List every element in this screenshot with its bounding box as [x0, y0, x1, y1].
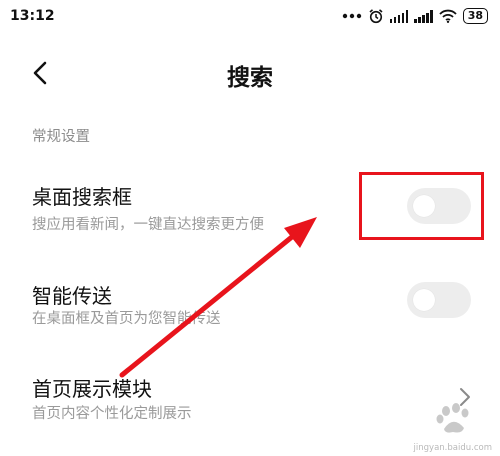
status-icons: 38 [342, 7, 488, 25]
baidu-watermark: jingyan.baidu.com [414, 403, 492, 453]
desktop-search-box-title: 桌面搜索框 [32, 185, 132, 209]
wifi-icon [439, 9, 457, 23]
annotation-highlight-box [359, 172, 484, 240]
battery-icon: 38 [462, 8, 488, 24]
homepage-modules-subtitle: 首页内容个性化定制展示 [32, 406, 192, 422]
paw-logo-icon [436, 403, 469, 433]
smart-delivery-subtitle: 在桌面框及首页为您智能传送 [32, 311, 221, 327]
signal-icon [414, 9, 433, 23]
more-dots-icon [342, 13, 361, 19]
alarm-icon [369, 9, 383, 24]
page-title: 搜索 [227, 65, 273, 91]
watermark-text: jingyan.baidu.com [413, 443, 492, 453]
desktop-search-box-subtitle: 搜应用看新闻，一键直达搜索更方便 [32, 217, 264, 233]
toggle-knob [413, 289, 435, 311]
smart-delivery-title: 智能传送 [32, 284, 112, 308]
signal-icon [389, 9, 409, 23]
section-label: 常规设置 [32, 129, 90, 145]
homepage-modules-title[interactable]: 首页展示模块 [32, 373, 152, 402]
smart-delivery-toggle[interactable] [407, 282, 471, 318]
status-time: 13:12 [10, 8, 55, 24]
